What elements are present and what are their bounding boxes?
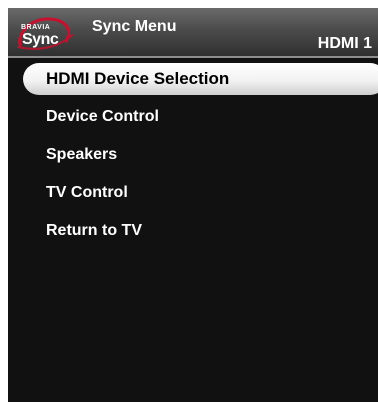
menu-item-label: Device Control: [46, 108, 159, 125]
header-divider: [8, 56, 378, 58]
menu-item-label: Return to TV: [46, 222, 142, 239]
logo-brand-text: BRAVIA: [21, 24, 51, 31]
sync-menu-panel: BRAVIA Sync Sync Menu HDMI 1 HDMI Device…: [8, 8, 378, 402]
input-source-label: HDMI 1: [317, 35, 372, 52]
menu-item-label: TV Control: [46, 184, 128, 201]
menu-title: Sync Menu: [92, 18, 177, 35]
menu-item-device-control[interactable]: Device Control: [8, 98, 378, 136]
menu-item-label: Speakers: [46, 146, 118, 163]
menu-item-tv-control[interactable]: TV Control: [8, 174, 378, 212]
menu-item-label: HDMI Device Selection: [46, 69, 230, 88]
logo-sync-text: Sync: [22, 31, 59, 48]
menu-item-return-to-tv[interactable]: Return to TV: [8, 212, 378, 250]
sync-menu-list: HDMI Device Selection Device Control Spe…: [8, 60, 378, 250]
menu-item-speakers[interactable]: Speakers: [8, 136, 378, 174]
bravia-sync-logo: BRAVIA Sync: [16, 15, 76, 51]
menu-item-hdmi-device-selection[interactable]: HDMI Device Selection: [23, 63, 378, 95]
menu-header: BRAVIA Sync Sync Menu HDMI 1: [8, 8, 378, 56]
